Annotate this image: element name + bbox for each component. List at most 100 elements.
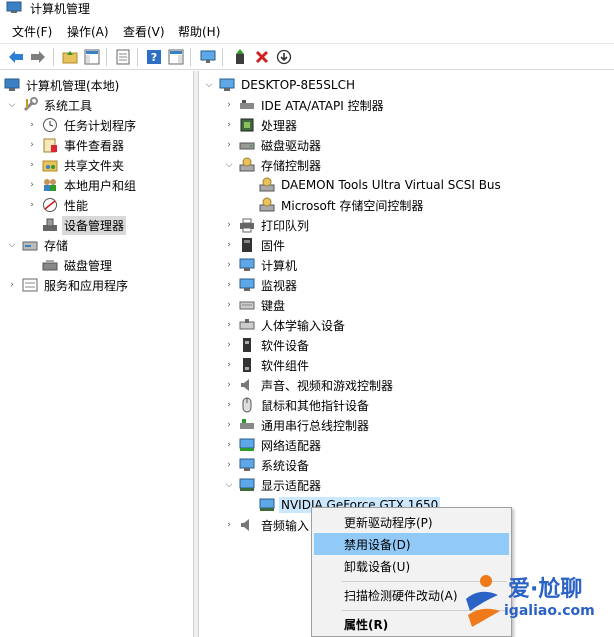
device-daemon-tools[interactable]: DAEMON Tools Ultra Virtual SCSI Bus — [255, 175, 503, 195]
device-category-audio-input[interactable]: › 音频输入 — [223, 515, 311, 535]
chevron-right-icon[interactable]: › — [223, 275, 235, 295]
device-category-print-queue[interactable]: › 打印队列 — [223, 215, 311, 235]
tree-item-event-viewer[interactable]: › 事件查看器 — [26, 135, 126, 155]
chevron-right-icon[interactable]: › — [223, 215, 235, 235]
tree-item-services[interactable]: › 服务和应用程序 — [6, 275, 130, 295]
chevron-right-icon[interactable]: › — [223, 355, 235, 375]
chevron-down-icon[interactable]: ⌵ — [223, 155, 235, 175]
action-pane-icon[interactable] — [166, 47, 186, 67]
tree-item-disk-management[interactable]: 磁盘管理 — [26, 255, 114, 275]
chevron-right-icon[interactable]: › — [223, 315, 235, 335]
uninstall-icon[interactable] — [252, 47, 272, 67]
chevron-down-icon[interactable]: ⌵ — [6, 95, 18, 115]
device-category-storage-controller[interactable]: ⌵ 存储控制器 — [223, 155, 323, 175]
storage-controller-icon — [239, 157, 255, 173]
chevron-right-icon[interactable]: › — [26, 135, 38, 155]
help-icon[interactable]: ? — [144, 47, 164, 67]
device-category-display-adapters[interactable]: ⌵ 显示适配器 — [223, 475, 323, 495]
tree-item-system-tools[interactable]: ⌵ 系统工具 — [6, 95, 94, 115]
chevron-right-icon[interactable]: › — [223, 235, 235, 255]
menu-update-driver[interactable]: 更新驱动程序(P) — [314, 511, 509, 533]
device-category-software-components[interactable]: › 软件组件 — [223, 355, 311, 375]
console-tree-pane: 计算机管理(本地) ⌵ 系统工具 › 任务计划程序 › 事件查看器 › 共享文件… — [0, 71, 194, 637]
device-category-disk[interactable]: › 磁盘驱动器 — [223, 135, 323, 155]
tree-item-local-users[interactable]: › 本地用户和组 — [26, 175, 138, 195]
watermark-title: 爱·尬聊 — [508, 577, 583, 602]
device-category-firmware[interactable]: › 固件 — [223, 235, 287, 255]
monitor-icon[interactable] — [198, 47, 218, 67]
disk-icon — [42, 257, 58, 273]
chevron-right-icon[interactable]: › — [223, 515, 235, 535]
chevron-right-icon[interactable]: › — [223, 115, 235, 135]
device-category-monitor[interactable]: › 监视器 — [223, 275, 299, 295]
show-tree-icon[interactable] — [82, 47, 102, 67]
computer-icon — [219, 77, 235, 93]
storage-controller-icon — [259, 197, 275, 213]
device-category-sound[interactable]: › 声音、视频和游戏控制器 — [223, 375, 395, 395]
usb-icon — [239, 417, 255, 433]
chevron-right-icon[interactable]: › — [223, 415, 235, 435]
chevron-right-icon[interactable]: › — [223, 255, 235, 275]
menu-view[interactable]: 查看(V) — [121, 23, 167, 40]
chevron-right-icon[interactable]: › — [223, 395, 235, 415]
printer-icon — [239, 217, 255, 233]
mouse-icon — [239, 397, 255, 413]
properties-icon[interactable] — [113, 47, 133, 67]
chevron-right-icon[interactable]: › — [223, 455, 235, 475]
device-tree-root[interactable]: ⌵ DESKTOP-8E5SLCH — [203, 75, 357, 95]
tree-item-computer-management[interactable]: 计算机管理(本地) — [4, 75, 121, 95]
chevron-right-icon[interactable]: › — [223, 435, 235, 455]
speaker-icon — [239, 377, 255, 393]
software-device-icon — [239, 337, 255, 353]
chevron-right-icon[interactable]: › — [223, 295, 235, 315]
chevron-down-icon[interactable]: ⌵ — [6, 235, 18, 255]
tools-icon — [22, 97, 38, 113]
device-category-usb[interactable]: › 通用串行总线控制器 — [223, 415, 371, 435]
firmware-icon — [239, 237, 255, 253]
chevron-right-icon[interactable]: › — [26, 115, 38, 135]
device-category-computer[interactable]: › 计算机 — [223, 255, 299, 275]
chevron-right-icon[interactable]: › — [223, 335, 235, 355]
menu-action[interactable]: 操作(A) — [65, 23, 111, 40]
update-driver-icon[interactable] — [230, 47, 250, 67]
device-category-system[interactable]: › 系统设备 — [223, 455, 311, 475]
chevron-right-icon[interactable]: › — [26, 155, 38, 175]
computer-management-icon — [6, 1, 22, 14]
chevron-right-icon[interactable]: › — [26, 175, 38, 195]
chevron-right-icon[interactable]: › — [223, 95, 235, 115]
watermark: 爱·尬聊 igaliao.com — [458, 567, 614, 637]
forward-arrow-icon[interactable] — [28, 47, 48, 67]
chevron-right-icon[interactable]: › — [223, 375, 235, 395]
tree-item-storage[interactable]: ⌵ 存储 — [6, 235, 70, 255]
tree-item-shared-folders[interactable]: › 共享文件夹 — [26, 155, 126, 175]
tree-item-device-manager[interactable]: 设备管理器 — [26, 215, 127, 235]
back-arrow-icon[interactable] — [6, 47, 26, 67]
chevron-right-icon[interactable]: › — [6, 275, 18, 295]
disable-icon[interactable] — [274, 47, 294, 67]
event-log-icon — [42, 137, 58, 153]
device-category-keyboard[interactable]: › 键盘 — [223, 295, 287, 315]
shared-folder-icon — [42, 157, 58, 173]
svg-text:?: ? — [151, 51, 157, 64]
device-microsoft-storage[interactable]: Microsoft 存储空间控制器 — [255, 195, 425, 215]
chevron-right-icon[interactable]: › — [26, 195, 38, 215]
device-manager-icon — [42, 217, 58, 233]
tree-item-task-scheduler[interactable]: › 任务计划程序 — [26, 115, 138, 135]
device-category-hid[interactable]: › 人体学输入设备 — [223, 315, 347, 335]
device-category-mouse[interactable]: › 鼠标和其他指针设备 — [223, 395, 371, 415]
device-category-processor[interactable]: › 处理器 — [223, 115, 299, 135]
menu-file[interactable]: 文件(F) — [10, 23, 54, 40]
chevron-down-icon[interactable]: ⌵ — [203, 75, 215, 95]
device-category-ide[interactable]: › IDE ATA/ATAPI 控制器 — [223, 95, 386, 115]
chevron-down-icon[interactable]: ⌵ — [223, 475, 235, 495]
device-category-software-devices[interactable]: › 软件设备 — [223, 335, 311, 355]
chevron-right-icon[interactable]: › — [223, 135, 235, 155]
menu-disable-device[interactable]: 禁用设备(D) — [314, 533, 509, 555]
up-folder-icon[interactable] — [60, 47, 80, 67]
toolbar: ? — [0, 43, 614, 70]
display-adapter-icon — [259, 497, 275, 513]
tree-item-performance[interactable]: › 性能 — [26, 195, 90, 215]
menu-help[interactable]: 帮助(H) — [176, 23, 222, 40]
device-category-network[interactable]: › 网络适配器 — [223, 435, 323, 455]
watermark-url: igaliao.com — [504, 603, 595, 619]
